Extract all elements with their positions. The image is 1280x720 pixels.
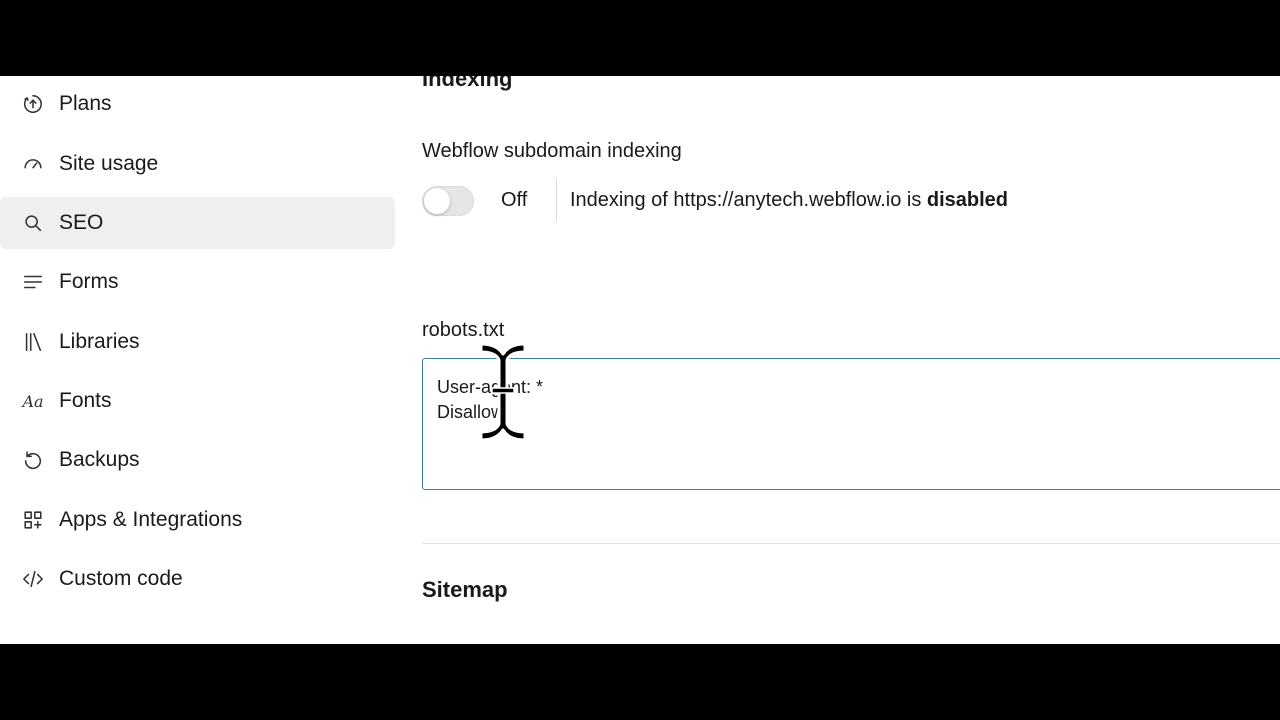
- apps-icon: [20, 507, 46, 533]
- sidebar-item-backups[interactable]: Backups: [0, 434, 395, 486]
- sidebar-item-label: Custom code: [59, 567, 183, 590]
- library-icon: [20, 329, 46, 355]
- subdomain-indexing-label: Webflow subdomain indexing: [422, 140, 682, 162]
- restore-icon: [20, 447, 46, 473]
- sidebar-item-site-usage[interactable]: Site usage: [0, 138, 395, 190]
- toggle-knob: [424, 188, 450, 214]
- sidebar-item-seo[interactable]: SEO: [0, 197, 395, 249]
- indexing-section-title: Indexing: [422, 76, 513, 91]
- sidebar-item-fonts[interactable]: Aa Fonts: [0, 375, 395, 427]
- robots-txt-content: User-agent: * Disallow:: [437, 377, 544, 422]
- gauge-icon: [20, 151, 46, 177]
- sidebar-item-label: SEO: [59, 211, 104, 234]
- sitemap-section-title: Sitemap: [422, 577, 508, 602]
- settings-sidebar: Plans Site usage SEO Forms Libraries Aa …: [0, 76, 400, 644]
- letterbox-top: [0, 0, 1280, 76]
- sidebar-item-custom-code[interactable]: Custom code: [0, 553, 395, 605]
- sidebar-item-label: Forms: [59, 270, 119, 293]
- sidebar-item-label: Site usage: [59, 152, 159, 175]
- indexing-status-message: Indexing of https://anytech.webflow.io i…: [570, 189, 1008, 212]
- sidebar-item-label: Plans: [59, 92, 112, 115]
- robots-txt-label: robots.txt: [422, 319, 505, 341]
- sidebar-item-libraries[interactable]: Libraries: [0, 316, 395, 368]
- indexing-message-text: Indexing of https://anytech.webflow.io i…: [570, 189, 927, 211]
- lines-icon: [20, 269, 46, 295]
- fonts-icon: Aa: [22, 391, 44, 411]
- robots-txt-textarea[interactable]: User-agent: * Disallow:: [422, 358, 1280, 490]
- toggle-state-text: Off: [501, 189, 528, 211]
- indexing-status-value: disabled: [926, 189, 1009, 211]
- code-icon: [20, 566, 46, 592]
- sidebar-item-forms[interactable]: Forms: [0, 256, 395, 308]
- subdomain-indexing-toggle[interactable]: [422, 186, 474, 216]
- sidebar-item-label: Backups: [59, 448, 140, 471]
- sidebar-item-plans[interactable]: Plans: [0, 78, 395, 130]
- seo-settings-panel: Indexing Webflow subdomain indexing Off …: [422, 76, 1280, 644]
- vertical-divider: [556, 178, 557, 222]
- search-icon: [20, 210, 46, 236]
- sidebar-item-label: Fonts: [59, 389, 112, 412]
- sidebar-item-label: Apps & Integrations: [59, 508, 243, 531]
- upgrade-circle-icon: [20, 91, 46, 117]
- letterbox-bottom: [0, 644, 1280, 720]
- sidebar-item-apps-integrations[interactable]: Apps & Integrations: [0, 494, 395, 546]
- section-divider: [422, 543, 1280, 544]
- sidebar-item-label: Libraries: [59, 330, 140, 353]
- site-settings-window: Plans Site usage SEO Forms Libraries Aa …: [0, 76, 1280, 644]
